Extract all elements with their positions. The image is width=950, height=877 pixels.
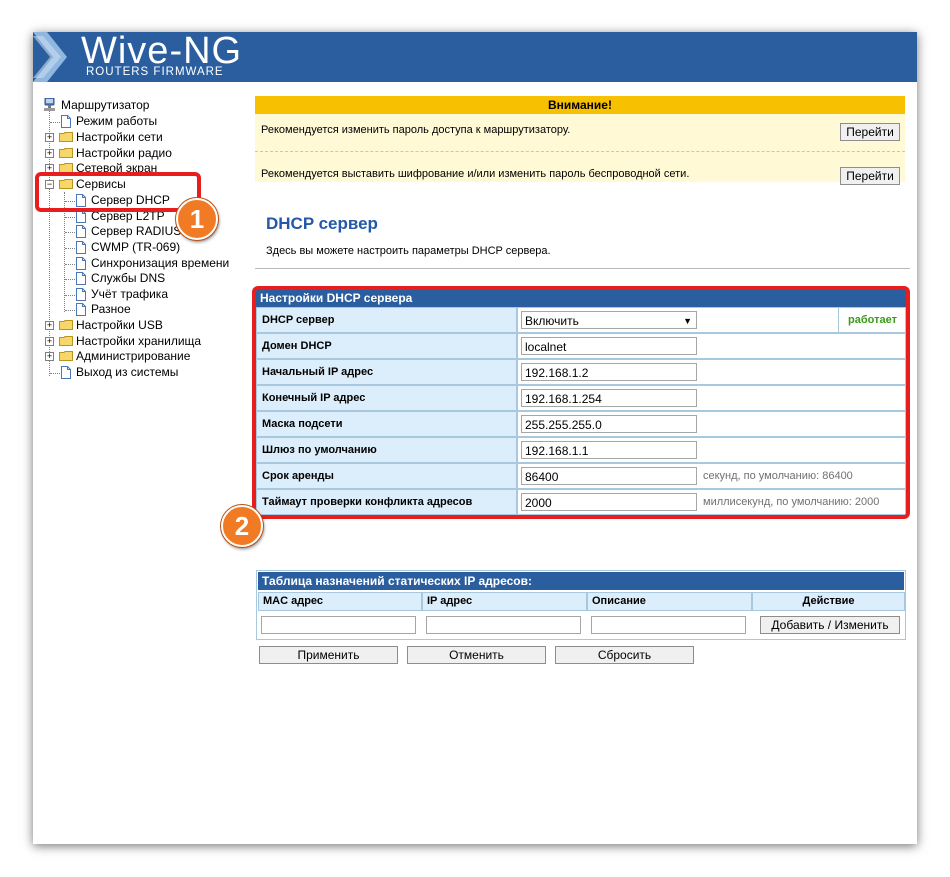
apply-button[interactable]: Применить — [259, 646, 398, 664]
header-banner: Wive-NG ROUTERS FIRMWARE — [33, 32, 917, 82]
nav-tree: Маршрутизатор Режим работы + Настройки с… — [33, 94, 253, 394]
document-icon — [61, 115, 71, 128]
reset-button[interactable]: Сбросить — [555, 646, 694, 664]
page-title: DHCP сервер — [266, 214, 378, 233]
mac-column-header: MAC адрес — [258, 592, 422, 611]
action-column-header: Действие — [752, 592, 905, 611]
expand-plus-icon[interactable]: + — [45, 321, 54, 330]
document-icon — [61, 366, 71, 379]
document-icon — [76, 241, 86, 254]
router-admin-window: Wive-NG ROUTERS FIRMWARE Маршрутизатор Р… — [33, 32, 917, 844]
tree-item-label: Сервер RADIUS — [91, 224, 182, 238]
step-badge-1: 1 — [176, 198, 218, 240]
expand-plus-icon[interactable]: + — [45, 337, 54, 346]
highlight-box-settings — [252, 286, 910, 519]
tree-item-label: Настройки хранилища — [76, 334, 202, 348]
document-icon — [76, 257, 86, 270]
cancel-button[interactable]: Отменить — [407, 646, 546, 664]
tree-item-label: Администрирование — [76, 349, 191, 363]
document-icon — [76, 225, 86, 238]
divider — [255, 268, 910, 269]
warning-title: Внимание! — [255, 96, 905, 114]
page-description: Здесь вы можете настроить параметры DHCP… — [266, 245, 551, 257]
go-password-button[interactable]: Перейти — [840, 123, 900, 141]
tree-item-label: Настройки сети — [76, 130, 163, 144]
description-column-header: Описание — [587, 592, 752, 611]
ip-column-header: IP адрес — [422, 592, 587, 611]
expand-plus-icon[interactable]: + — [45, 133, 54, 142]
folder-icon — [59, 132, 73, 142]
folder-icon — [59, 351, 73, 361]
go-wireless-button[interactable]: Перейти — [840, 167, 900, 185]
tree-item-label: CWMP (TR-069) — [91, 240, 181, 254]
static-ip-table: Таблица назначений статических IP адресо… — [256, 570, 906, 640]
folder-icon — [59, 336, 73, 346]
tree-item-label: Учёт трафика — [91, 287, 168, 301]
warning-panel: Внимание! Рекомендуется изменить пароль … — [255, 96, 905, 185]
document-icon — [76, 288, 86, 301]
add-change-button[interactable]: Добавить / Изменить — [760, 616, 900, 634]
description-input[interactable] — [591, 616, 746, 634]
tree-item-label: Настройки радио — [76, 146, 172, 160]
ip-address-input[interactable] — [426, 616, 581, 634]
document-icon — [76, 272, 86, 285]
warning-row: Рекомендуется выставить шифрование и/или… — [255, 158, 905, 192]
static-table-header: Таблица назначений статических IP адресо… — [258, 572, 904, 590]
logo-subtitle: ROUTERS FIRMWARE — [86, 66, 224, 78]
folder-icon — [59, 320, 73, 330]
warning-text: Рекомендуется выставить шифрование и/или… — [261, 168, 690, 180]
tree-item-label: Разное — [91, 302, 131, 316]
expand-plus-icon[interactable]: + — [45, 149, 54, 158]
tree-item-label: Режим работы — [76, 114, 158, 128]
tree-item-label: Синхронизация времени — [91, 256, 230, 270]
warning-row: Рекомендуется изменить пароль доступа к … — [255, 114, 905, 148]
warning-text: Рекомендуется изменить пароль доступа к … — [261, 124, 571, 136]
tree-item-label: Настройки USB — [76, 318, 163, 332]
document-icon — [76, 303, 86, 316]
logo-mark-icon — [33, 32, 67, 82]
step-badge-2: 2 — [221, 505, 263, 547]
folder-icon — [59, 148, 73, 158]
tree-root-label: Маршрутизатор — [61, 98, 150, 112]
tree-item-label: Службы DNS — [91, 271, 166, 285]
tree-item-label: Выход из системы — [76, 365, 179, 379]
warning-divider — [255, 151, 905, 152]
highlight-box-services — [35, 172, 201, 212]
expand-plus-icon[interactable]: + — [45, 352, 54, 361]
mac-address-input[interactable] — [261, 616, 416, 634]
router-icon — [44, 98, 55, 111]
